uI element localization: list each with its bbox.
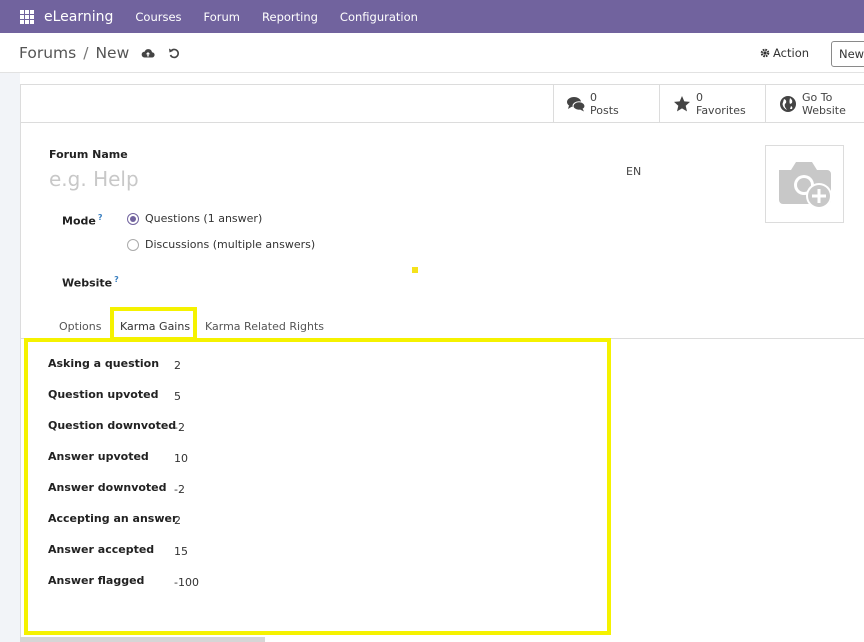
breadcrumb: Forums / New bbox=[19, 44, 181, 62]
forum-name-input[interactable] bbox=[49, 165, 569, 193]
breadcrumb-current: New bbox=[95, 43, 130, 62]
menu-forum[interactable]: Forum bbox=[204, 10, 240, 24]
mode-label: Mode? bbox=[62, 213, 103, 228]
favorites-count: 0 bbox=[696, 91, 703, 104]
karma-value[interactable]: 15 bbox=[174, 545, 188, 558]
posts-count: 0 bbox=[590, 91, 597, 104]
go-to-label: Go To bbox=[802, 91, 833, 104]
karma-label: Asking a question bbox=[48, 357, 160, 370]
highlight-marker bbox=[412, 267, 418, 273]
app-brand[interactable]: eLearning bbox=[44, 9, 113, 25]
menu-courses[interactable]: Courses bbox=[135, 10, 181, 24]
camera-add-icon bbox=[778, 162, 832, 209]
karma-value[interactable]: 2 bbox=[174, 359, 181, 372]
forum-name-label: Forum Name bbox=[49, 148, 128, 161]
karma-value[interactable]: 10 bbox=[174, 452, 188, 465]
horizontal-scrollbar[interactable] bbox=[20, 637, 265, 642]
tab-karma-related-rights[interactable]: Karma Related Rights bbox=[205, 320, 324, 333]
control-panel: Forums / New Action New bbox=[0, 33, 864, 73]
karma-label: Answer upvoted bbox=[48, 450, 149, 463]
website-label: Website bbox=[802, 104, 846, 117]
posts-label: Posts bbox=[590, 104, 619, 117]
mode-option-questions[interactable]: Questions (1 answer) bbox=[127, 212, 262, 225]
karma-label: Question upvoted bbox=[48, 388, 159, 401]
globe-icon bbox=[778, 94, 798, 114]
karma-value[interactable]: -2 bbox=[174, 421, 185, 434]
karma-value[interactable]: -2 bbox=[174, 483, 185, 496]
action-label: Action bbox=[773, 46, 810, 60]
forum-image-field[interactable] bbox=[765, 145, 844, 223]
mode-option-questions-label: Questions (1 answer) bbox=[145, 212, 263, 225]
gear-icon bbox=[760, 48, 770, 58]
website-help-icon[interactable]: ? bbox=[114, 275, 119, 284]
karma-value[interactable]: 2 bbox=[174, 514, 181, 527]
breadcrumb-separator: / bbox=[83, 43, 89, 62]
new-button[interactable]: New bbox=[831, 41, 864, 67]
undo-icon[interactable] bbox=[167, 46, 181, 60]
mode-option-discussions-label: Discussions (multiple answers) bbox=[145, 238, 316, 251]
smart-button-box: 0 Posts 0 Favorites Go To Website bbox=[21, 85, 864, 123]
tab-highlight-box bbox=[110, 307, 197, 341]
posts-smart-button[interactable]: 0 Posts bbox=[553, 85, 659, 123]
radio-discussions[interactable] bbox=[127, 238, 139, 251]
language-badge[interactable]: EN bbox=[626, 165, 641, 178]
favorites-label: Favorites bbox=[696, 104, 746, 117]
karma-label: Answer downvoted bbox=[48, 481, 167, 494]
left-background-strip bbox=[0, 73, 20, 642]
form-sheet: 0 Posts 0 Favorites Go To Website Forum Nam… bbox=[20, 84, 864, 642]
apps-grid-icon[interactable] bbox=[20, 9, 34, 24]
go-to-website-button[interactable]: Go To Website bbox=[765, 85, 864, 123]
action-menu-button[interactable]: Action bbox=[760, 46, 809, 60]
top-navbar: eLearning Courses Forum Reporting Config… bbox=[0, 0, 864, 33]
karma-label: Question downvoted bbox=[48, 419, 177, 432]
breadcrumb-forums[interactable]: Forums bbox=[19, 44, 76, 62]
karma-value[interactable]: 5 bbox=[174, 390, 181, 403]
radio-questions[interactable] bbox=[127, 212, 139, 225]
star-icon bbox=[672, 94, 692, 114]
tab-options[interactable]: Options bbox=[59, 320, 101, 333]
comments-icon bbox=[566, 94, 586, 114]
karma-label: Accepting an answer bbox=[48, 512, 178, 525]
menu-reporting[interactable]: Reporting bbox=[262, 10, 318, 24]
mode-help-icon[interactable]: ? bbox=[98, 213, 103, 222]
website-label: Website? bbox=[62, 275, 119, 290]
favorites-smart-button[interactable]: 0 Favorites bbox=[659, 85, 765, 123]
menu-configuration[interactable]: Configuration bbox=[340, 10, 418, 24]
mode-option-discussions[interactable]: Discussions (multiple answers) bbox=[127, 238, 315, 251]
karma-label: Answer flagged bbox=[48, 574, 145, 587]
karma-label: Answer accepted bbox=[48, 543, 155, 556]
karma-value[interactable]: -100 bbox=[174, 576, 199, 589]
cloud-upload-icon[interactable] bbox=[141, 46, 155, 60]
